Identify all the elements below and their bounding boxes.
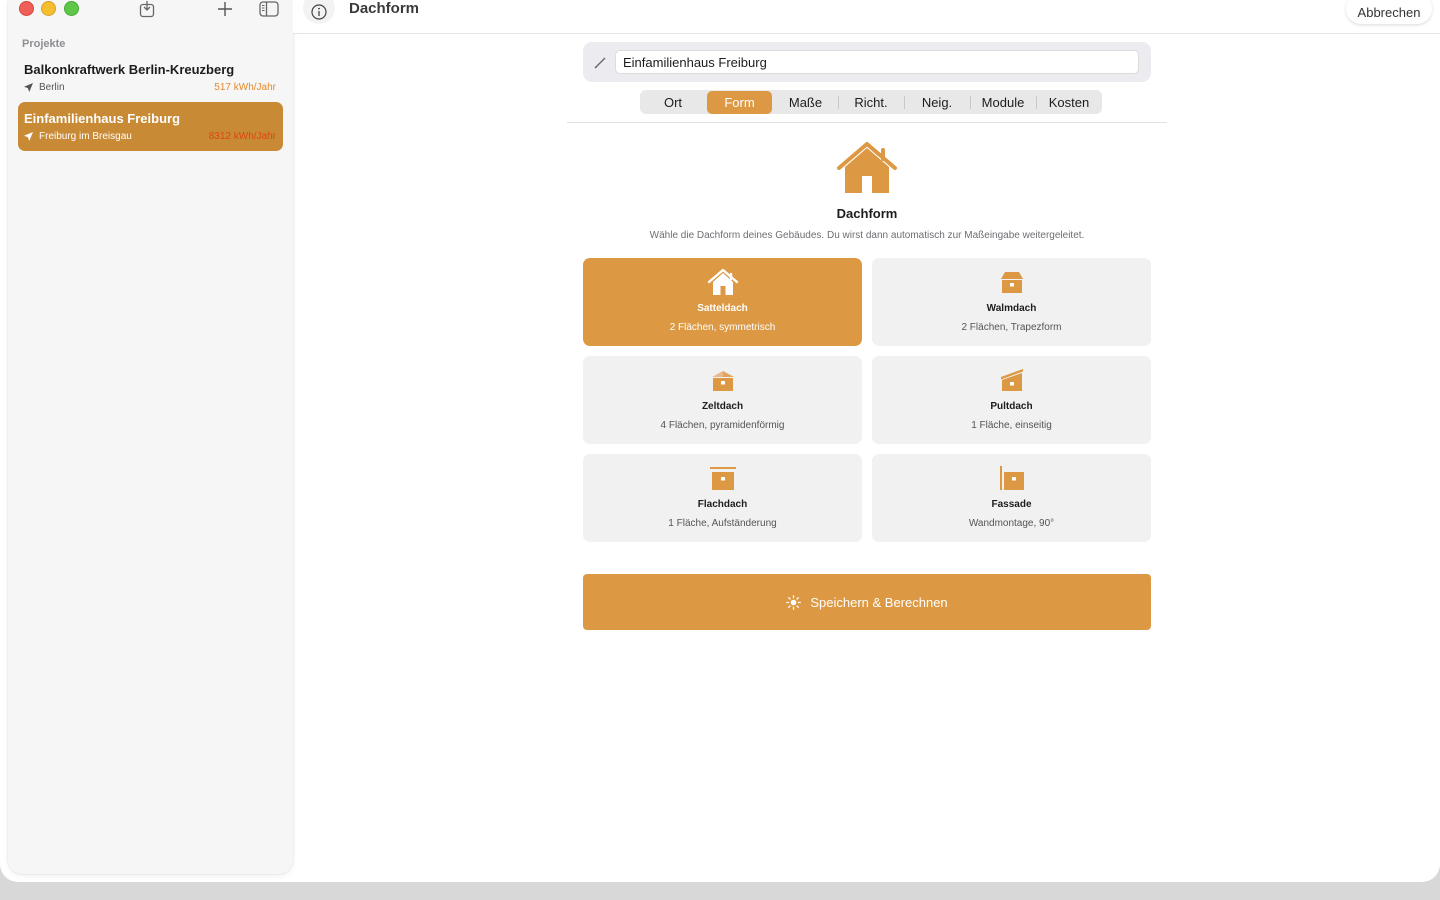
save-button-label: Speichern & Berechnen	[810, 594, 948, 610]
section-title: Dachform	[836, 206, 898, 221]
project-location: Berlin	[24, 82, 65, 93]
project-location: Freiburg im Breisgau	[24, 131, 132, 142]
project-yield: 8312 kWh/Jahr	[208, 131, 276, 142]
project-name: Einfamilienhaus Freiburg	[24, 111, 181, 126]
info-icon	[311, 4, 327, 20]
page-title: Dachform	[349, 0, 420, 17]
roof-option-subtitle: Wandmontage, 90°	[968, 518, 1055, 529]
roof-option-satteldach[interactable]: Satteldach 2 Flächen, symmetrisch	[583, 258, 862, 346]
sidebar-toggle-icon[interactable]	[258, 0, 280, 18]
roof-option-subtitle: 4 Flächen, pyramidenförmig	[660, 420, 785, 431]
roof-option-subtitle: 2 Flächen, symmetrisch	[669, 322, 776, 333]
house-icon	[837, 142, 897, 193]
zoom-window-button[interactable]	[64, 1, 79, 16]
tab-kosten[interactable]: Kosten	[1037, 91, 1101, 114]
roof-option-title: Zeltdach	[701, 401, 744, 412]
app-window: Projekte Balkonkraftwerk Berlin-Kreuzber…	[0, 0, 1440, 882]
main-toolbar	[293, 0, 1440, 34]
tab-masse[interactable]: Maße	[773, 91, 838, 114]
sidebar-section-label: Projekte	[22, 38, 66, 50]
hip-roof-icon	[1000, 272, 1023, 293]
section-description: Wähle die Dachform deines Gebäudes. Du w…	[649, 230, 1085, 241]
gable-roof-icon	[707, 268, 738, 295]
roof-option-subtitle: 2 Flächen, Trapezform	[961, 322, 1062, 333]
import-icon[interactable]	[136, 0, 158, 18]
project-location-label: Berlin	[39, 82, 65, 93]
roof-option-pultdach[interactable]: Pultdach 1 Fläche, einseitig	[872, 356, 1151, 444]
roof-option-fassade[interactable]: Fassade Wandmontage, 90°	[872, 454, 1151, 542]
save-and-calculate-button[interactable]: Speichern & Berechnen	[583, 574, 1151, 630]
sidebar-project-item-selected[interactable]: Einfamilienhaus Freiburg Freiburg im Bre…	[18, 102, 283, 151]
tab-richtung[interactable]: Richt.	[839, 91, 903, 114]
add-icon[interactable]	[214, 0, 236, 18]
tab-neigung[interactable]: Neig.	[905, 91, 969, 114]
roof-option-walmdach[interactable]: Walmdach 2 Flächen, Trapezform	[872, 258, 1151, 346]
facade-icon	[999, 466, 1024, 490]
roof-option-title: Satteldach	[697, 303, 748, 314]
roof-option-title: Flachdach	[697, 499, 748, 510]
tab-form[interactable]: Form	[707, 91, 772, 114]
roof-option-title: Fassade	[991, 499, 1032, 510]
tab-ort[interactable]: Ort	[641, 91, 705, 114]
roof-option-flachdach[interactable]: Flachdach 1 Fläche, Aufständerung	[583, 454, 862, 542]
pencil-icon	[594, 57, 606, 69]
roof-option-title: Pultdach	[990, 401, 1033, 412]
location-arrow-icon	[24, 132, 33, 141]
roof-option-zeltdach[interactable]: Zeltdach 4 Flächen, pyramidenförmig	[583, 356, 862, 444]
shed-roof-icon	[1000, 369, 1023, 391]
flat-roof-icon	[709, 467, 736, 490]
minimize-window-button[interactable]	[41, 1, 56, 16]
pyramid-roof-icon	[711, 371, 734, 391]
divider	[567, 122, 1167, 123]
sun-icon	[786, 594, 802, 610]
project-location-label: Freiburg im Breisgau	[39, 131, 132, 142]
cancel-button[interactable]: Abbrechen	[1346, 0, 1432, 24]
sidebar-project-item[interactable]: Balkonkraftwerk Berlin-Kreuzberg Berlin …	[18, 53, 283, 102]
close-window-button[interactable]	[19, 1, 34, 16]
roof-option-subtitle: 1 Fläche, einseitig	[971, 420, 1052, 431]
roof-option-title: Walmdach	[986, 303, 1037, 314]
project-yield: 517 kWh/Jahr	[214, 82, 276, 93]
project-name: Balkonkraftwerk Berlin-Kreuzberg	[24, 62, 235, 77]
location-arrow-icon	[24, 83, 33, 92]
project-name-input[interactable]	[615, 50, 1139, 74]
roof-option-subtitle: 1 Fläche, Aufständerung	[668, 518, 777, 529]
tab-module[interactable]: Module	[971, 91, 1035, 114]
